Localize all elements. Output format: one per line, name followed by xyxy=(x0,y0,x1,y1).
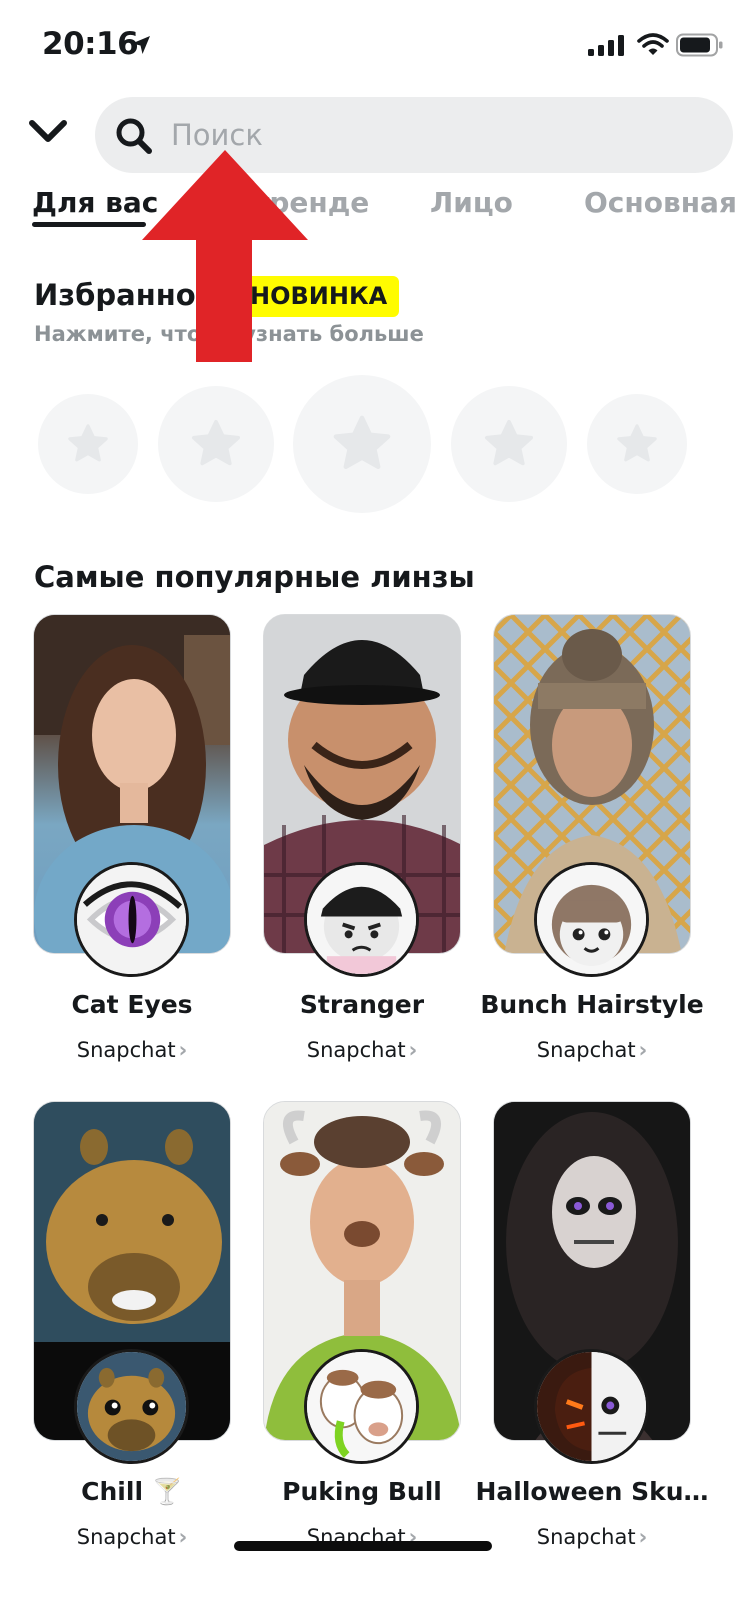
favorite-slot[interactable] xyxy=(587,394,687,494)
lens-creator-link[interactable]: Snapchat › xyxy=(33,1038,231,1062)
location-arrow-icon xyxy=(132,36,150,54)
lens-name: Chill 🍸 xyxy=(81,1477,183,1506)
lens-name: Bunch Hairstyle xyxy=(480,990,704,1019)
lens-creator: Snapchat xyxy=(536,1038,636,1062)
lens-creator: Snapchat xyxy=(306,1038,406,1062)
active-tab-indicator xyxy=(32,222,146,227)
stranger-lens-icon xyxy=(304,862,419,977)
chevron-right-icon: › xyxy=(178,1038,188,1062)
annotation-arrow xyxy=(142,150,308,362)
star-icon xyxy=(617,424,657,462)
favorite-slot[interactable] xyxy=(451,386,567,502)
lens-name: Cat Eyes xyxy=(71,990,193,1019)
lens-name: Puking Bull xyxy=(282,1477,442,1506)
star-icon xyxy=(191,419,241,466)
puking-bull-lens-icon xyxy=(304,1349,419,1464)
chevron-down-icon[interactable] xyxy=(28,117,68,147)
halloween-skull-lens-icon xyxy=(534,1349,649,1464)
chill-lens-icon xyxy=(74,1349,189,1464)
status-time: 20:16 xyxy=(42,26,139,62)
chevron-right-icon: › xyxy=(178,1525,188,1549)
bunch-hairstyle-lens-icon xyxy=(534,862,649,977)
lens-name: Stranger xyxy=(299,990,425,1019)
star-icon xyxy=(68,424,108,462)
popular-lenses-title: Самые популярные линзы xyxy=(34,560,475,594)
chevron-right-icon: › xyxy=(408,1038,418,1062)
signal-icon xyxy=(588,35,624,56)
favorite-slot[interactable] xyxy=(293,375,431,513)
battery-icon xyxy=(676,33,723,57)
lens-creator-link[interactable]: Snapchat › xyxy=(493,1038,691,1062)
lens-creator-link[interactable]: Snapchat › xyxy=(493,1525,691,1549)
chevron-right-icon: › xyxy=(638,1525,648,1549)
lens-creator: Snapchat xyxy=(536,1525,636,1549)
chevron-right-icon: › xyxy=(638,1038,648,1062)
tab-main[interactable]: Основная xyxy=(584,186,737,219)
lens-name: Halloween Sku… xyxy=(475,1477,709,1506)
favorite-slot[interactable] xyxy=(38,394,138,494)
wifi-icon xyxy=(637,33,669,55)
lens-creator: Snapchat xyxy=(76,1525,176,1549)
star-icon xyxy=(333,415,391,470)
cat-eyes-lens-icon xyxy=(74,862,189,977)
status-bar: 20:16 xyxy=(0,0,750,90)
lens-creator-link[interactable]: Snapchat › xyxy=(263,1038,461,1062)
favorite-slot[interactable] xyxy=(158,386,274,502)
star-icon xyxy=(484,419,534,466)
lens-creator-link[interactable]: Snapchat › xyxy=(33,1525,231,1549)
lens-creator: Snapchat xyxy=(76,1038,176,1062)
tab-face[interactable]: Лицо xyxy=(430,186,513,219)
home-indicator xyxy=(234,1541,492,1551)
